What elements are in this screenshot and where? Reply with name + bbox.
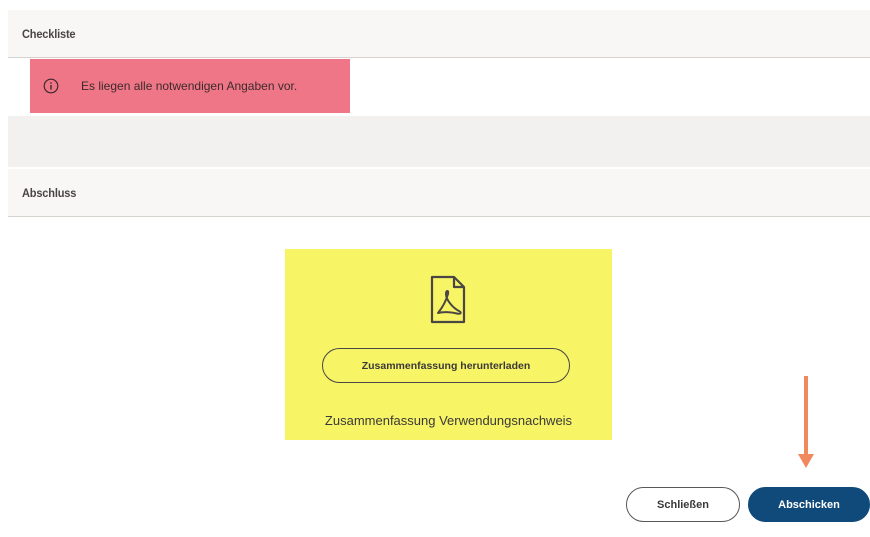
completion-header: Abschluss [8,169,870,217]
info-alert: Es liegen alle notwendigen Angaben vor. [30,59,350,113]
section-divider-band [8,116,870,167]
checklist-header: Checkliste [8,10,870,58]
alert-message: Es liegen alle notwendigen Angaben vor. [81,79,298,93]
page: Checkliste Es liegen alle notwendigen An… [0,0,870,537]
completion-title: Abschluss [22,186,77,200]
pdf-file-icon [430,275,466,324]
info-circle-icon [43,78,59,94]
checklist-title: Checkliste [22,27,76,41]
submit-button[interactable]: Abschicken [748,487,870,522]
close-button[interactable]: Schließen [626,487,740,522]
arrow-down-icon [798,376,814,468]
summary-document-card: Zusammenfassung herunterladen Zusammenfa… [285,249,612,440]
download-summary-button[interactable]: Zusammenfassung herunterladen [322,348,570,383]
document-caption: Zusammenfassung Verwendungsnachweis [324,413,573,428]
